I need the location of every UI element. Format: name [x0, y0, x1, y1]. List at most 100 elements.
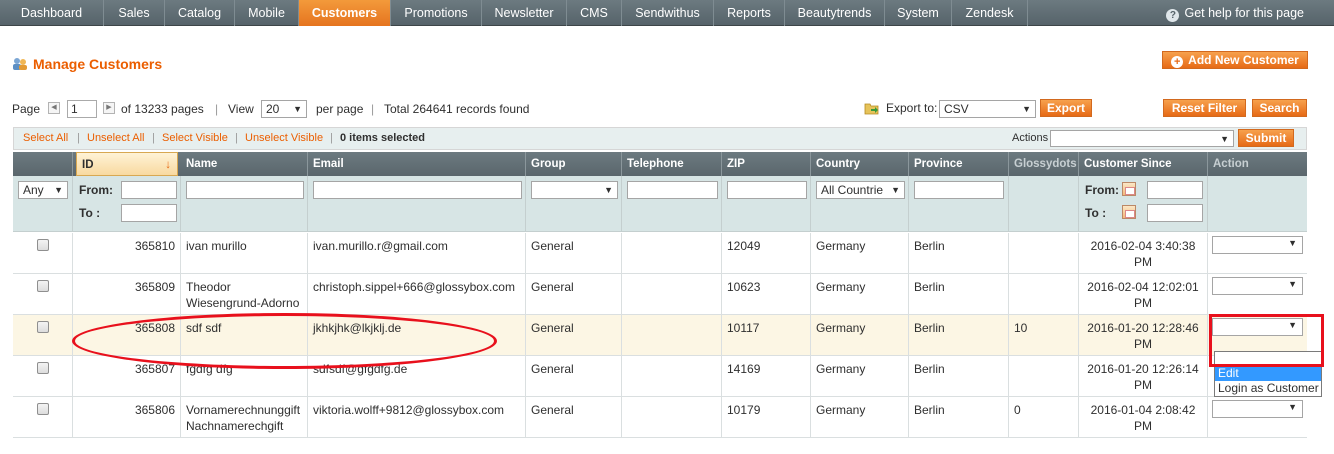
cell-telephone [622, 233, 722, 274]
row-checkbox-cell [13, 356, 73, 397]
row-checkbox[interactable] [36, 280, 49, 292]
filter-province-input[interactable] [914, 181, 1004, 199]
table-row[interactable]: 365810 ivan murillo ivan.murillo.r@gmail… [13, 233, 1307, 274]
filter-to-label: To : [1085, 206, 1107, 220]
total-pages: of 13233 pages [121, 102, 204, 116]
filter-email-input[interactable] [313, 181, 522, 199]
cell-glossydots: 0 [1009, 397, 1079, 438]
filter-to-label: To : [79, 206, 101, 220]
mass-actions-select[interactable]: ▼ [1050, 130, 1234, 147]
export-button[interactable]: Export [1040, 99, 1092, 117]
select-all-link[interactable]: Select All [23, 132, 68, 144]
row-action-select[interactable]: ▼ [1212, 277, 1303, 295]
column-header-email[interactable]: Email [308, 152, 526, 176]
export-icon [864, 103, 879, 115]
column-header-id-label: ID [82, 159, 94, 171]
nav-item-mobile[interactable]: Mobile [235, 0, 299, 26]
column-header-country[interactable]: Country [811, 152, 909, 176]
top-nav: Dashboard Sales Catalog Mobile Customers… [0, 0, 1334, 26]
column-header-id[interactable]: ID ↓ [76, 152, 178, 176]
nav-item-beautytrends[interactable]: Beautytrends [785, 0, 885, 26]
cell-group: General [526, 397, 622, 438]
filter-telephone-input[interactable] [627, 181, 718, 199]
help-link[interactable]: ? Get help for this page [1166, 0, 1304, 26]
table-row[interactable]: 365806 Vornamerechnunggift Nachnamerechg… [13, 397, 1307, 438]
plus-icon: + [1171, 56, 1184, 68]
column-header-group[interactable]: Group [526, 152, 622, 176]
nav-item-newsletter[interactable]: Newsletter [482, 0, 567, 26]
filter-from-label: From: [1085, 183, 1119, 197]
nav-item-zendesk[interactable]: Zendesk [952, 0, 1028, 26]
page-input[interactable]: 1 [67, 100, 97, 118]
select-visible-link[interactable]: Select Visible [162, 132, 228, 144]
cell-id: 365810 [73, 233, 181, 274]
filter-row: Any ▼ From: To : ▼ All Countrie ▼ From: … [13, 176, 1307, 232]
row-checkbox-cell [13, 274, 73, 315]
next-page-button[interactable]: ▶ [103, 102, 115, 114]
filter-zip-input[interactable] [727, 181, 807, 199]
nav-item-customers[interactable]: Customers [299, 0, 391, 26]
cell-group: General [526, 233, 622, 274]
export-format-select[interactable]: CSV ▼ [939, 100, 1036, 118]
nav-item-catalog[interactable]: Catalog [165, 0, 235, 26]
filter-any-value: Any [23, 183, 44, 197]
dropdown-option-login-as-customer[interactable]: Login as Customer [1215, 381, 1321, 396]
filter-cell-country: All Countrie ▼ [811, 176, 909, 232]
cell-zip: 10179 [722, 397, 811, 438]
customers-icon [13, 58, 27, 70]
filter-group-select[interactable]: ▼ [531, 181, 618, 199]
unselect-all-link[interactable]: Unselect All [87, 132, 144, 144]
row-checkbox[interactable] [36, 403, 49, 415]
nav-item-promotions[interactable]: Promotions [391, 0, 482, 26]
nav-item-sales[interactable]: Sales [104, 0, 165, 26]
nav-item-reports[interactable]: Reports [714, 0, 785, 26]
table-row[interactable]: 365809 Theodor Wiesengrund-Adorno christ… [13, 274, 1307, 315]
actions-label: Actions [1012, 132, 1049, 144]
per-page-select[interactable]: 20 ▼ [261, 100, 307, 118]
calendar-icon[interactable] [1122, 182, 1136, 196]
row-checkbox[interactable] [36, 321, 49, 333]
column-header-telephone[interactable]: Telephone [622, 152, 722, 176]
filter-cell-group: ▼ [526, 176, 622, 232]
sort-arrow-icon: ↓ [165, 159, 171, 171]
filter-name-input[interactable] [186, 181, 304, 199]
row-action-select[interactable]: ▼ [1212, 400, 1303, 418]
filter-cell-telephone [622, 176, 722, 232]
annotation-ellipse [72, 313, 497, 369]
prev-page-button[interactable]: ◀ [48, 102, 60, 114]
nav-item-system[interactable]: System [885, 0, 952, 26]
chevron-down-icon: ▼ [293, 104, 302, 114]
search-button[interactable]: Search [1252, 99, 1307, 117]
add-new-customer-button[interactable]: + Add New Customer [1162, 51, 1308, 69]
cell-name: ivan murillo [181, 233, 308, 274]
column-header-zip[interactable]: ZIP [722, 152, 811, 176]
calendar-icon[interactable] [1122, 205, 1136, 219]
filter-country-select[interactable]: All Countrie ▼ [816, 181, 905, 199]
filter-id-to-input[interactable] [121, 204, 177, 222]
filter-cell-glossydots [1009, 176, 1079, 232]
filter-id-from-input[interactable] [121, 181, 177, 199]
column-header-province[interactable]: Province [909, 152, 1009, 176]
nav-item-sendwithus[interactable]: Sendwithus [622, 0, 714, 26]
filter-since-to-input[interactable] [1147, 204, 1203, 222]
row-checkbox[interactable] [36, 239, 49, 251]
row-checkbox[interactable] [36, 362, 49, 374]
submit-button[interactable]: Submit [1238, 129, 1294, 147]
reset-filter-button[interactable]: Reset Filter [1163, 99, 1246, 117]
column-header-glossydots[interactable]: Glossydots [1009, 152, 1079, 176]
cell-name: Theodor Wiesengrund-Adorno [181, 274, 308, 315]
row-action-select[interactable]: ▼ [1212, 236, 1303, 254]
filter-since-from-input[interactable] [1147, 181, 1203, 199]
nav-item-dashboard[interactable]: Dashboard [0, 0, 104, 26]
column-header-customer-since[interactable]: Customer Since [1079, 152, 1208, 176]
dropdown-option-edit[interactable]: Edit [1215, 366, 1321, 381]
filter-cell-customer-since: From: To : [1079, 176, 1208, 232]
filter-any-select[interactable]: Any ▼ [18, 181, 68, 199]
unselect-visible-link[interactable]: Unselect Visible [245, 132, 323, 144]
cell-province: Berlin [909, 233, 1009, 274]
nav-item-cms[interactable]: CMS [567, 0, 622, 26]
column-header-name[interactable]: Name [181, 152, 308, 176]
add-new-customer-label: Add New Customer [1188, 53, 1299, 67]
cell-zip: 12049 [722, 233, 811, 274]
chevron-down-icon: ▼ [1288, 279, 1297, 289]
